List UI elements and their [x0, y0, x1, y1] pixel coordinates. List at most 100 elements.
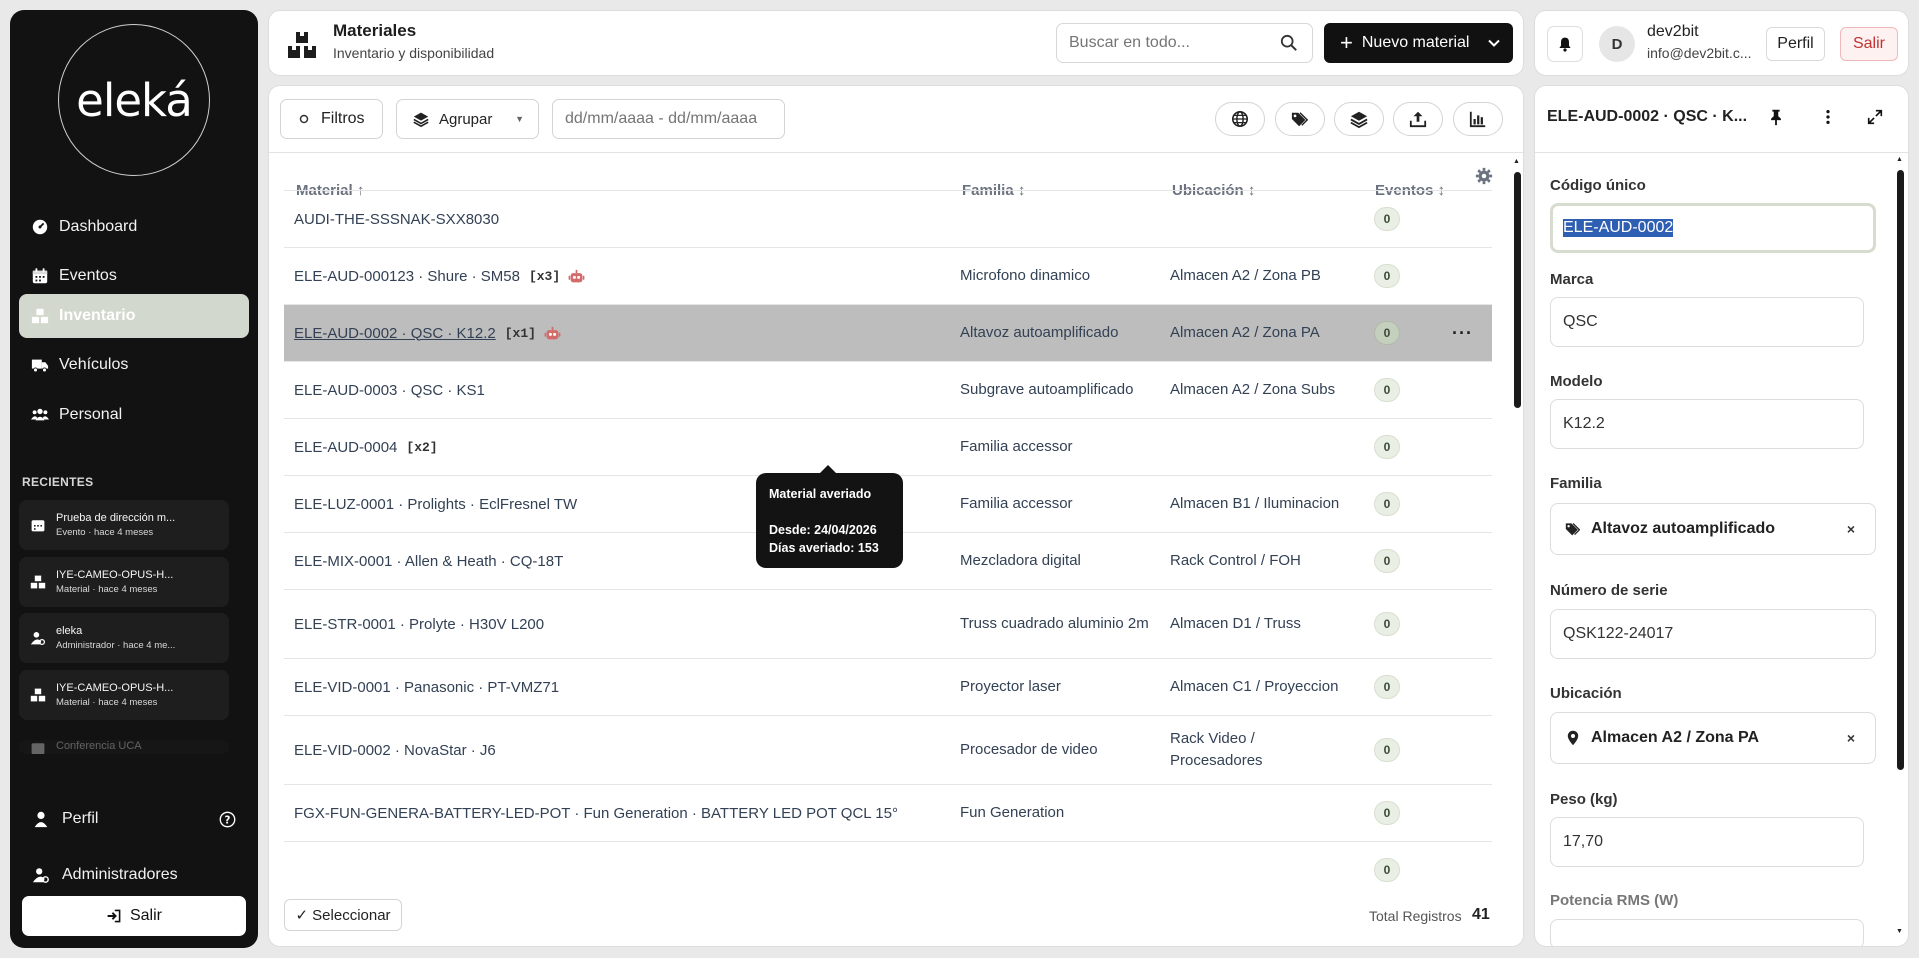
group-select[interactable]: Agrupar ▼ [396, 99, 539, 139]
expand-icon[interactable] [1866, 108, 1884, 126]
table-row[interactable]: ELE-AUD-0002 · QSC · K12.2 [x1] Altavoz au… [284, 304, 1492, 361]
material-cell[interactable]: ELE-AUD-0002 · QSC · K12.2 [x1] [294, 305, 561, 361]
logout-button[interactable]: Salir [1840, 27, 1898, 61]
new-material-button[interactable]: + Nuevo material [1324, 23, 1513, 63]
clear-location-icon[interactable]: × [1847, 730, 1855, 746]
profile-button[interactable]: Perfil [1766, 27, 1825, 61]
broken-robot-icon[interactable] [568, 269, 585, 284]
select-button[interactable]: ✓ Seleccionar [284, 899, 402, 931]
nav-item-eventos[interactable]: Eventos [19, 254, 249, 298]
scrollbar-thumb[interactable] [1897, 170, 1904, 770]
recent-item[interactable]: IYE-CAMEO-OPUS-H... Material · hace 4 mes… [19, 557, 229, 607]
search-icon[interactable] [1280, 34, 1298, 52]
material-name[interactable]: ELE-AUD-000123 · Shure · SM58 [294, 268, 520, 285]
material-name[interactable]: ELE-VID-0002 · NovaStar · J6 [294, 742, 496, 759]
brand-input[interactable]: QSC [1550, 297, 1864, 347]
recent-item[interactable]: IYE-CAMEO-OPUS-H... Material · hace 4 mes… [19, 670, 229, 720]
table-row[interactable]: ELE-AUD-0003 · QSC · KS1 Subgrave autoamp… [284, 361, 1492, 418]
scroll-up-arrow[interactable]: ▲ [1896, 156, 1903, 163]
total-label: Total Registros [1369, 908, 1462, 924]
help-icon[interactable]: ? [219, 811, 236, 828]
nav-item-inventario[interactable]: Inventario [19, 294, 249, 338]
material-name[interactable]: ELE-MIX-0001 · Allen & Heath · CQ-18T [294, 553, 563, 570]
material-cell[interactable]: ELE-AUD-0003 · QSC · KS1 [294, 362, 485, 418]
material-cell[interactable]: ELE-AUD-0004 [x2] [294, 419, 438, 475]
broken-robot-icon[interactable] [544, 326, 561, 341]
table-row[interactable]: ELE-VID-0001 · Panasonic · PT-VMZ71 Proye… [284, 658, 1492, 715]
material-name[interactable]: ELE-VID-0001 · Panasonic · PT-VMZ71 [294, 679, 559, 696]
material-name[interactable]: ELE-AUD-0003 · QSC · KS1 [294, 382, 485, 399]
nav-item-dashboard[interactable]: Dashboard [19, 205, 249, 249]
weight-input[interactable]: 17,70 [1550, 817, 1864, 867]
sidebar-logout-button[interactable]: Salir [22, 896, 246, 936]
material-name[interactable]: ELE-STR-0001 · Prolyte · H30V L200 [294, 616, 544, 633]
material-cell[interactable]: ELE-AUD-000123 · Shure · SM58 [x3] [294, 248, 585, 304]
avatar[interactable]: D [1599, 26, 1635, 62]
table-row[interactable]: ELE-STR-0001 · Prolyte · H30V L200 Truss … [284, 589, 1492, 658]
material-name[interactable]: ELE-AUD-0004 [294, 439, 397, 456]
layers-button[interactable] [1334, 102, 1384, 136]
nav-item-vehiculos[interactable]: Vehículos [19, 343, 249, 387]
family-select[interactable]: Altavoz autoamplificado × [1550, 503, 1876, 555]
chevron-down-icon[interactable] [1487, 36, 1501, 50]
material-name[interactable]: AUDI-THE-SSSNAK-SXX8030 [294, 211, 499, 228]
table-row[interactable]: ELE-VID-0002 · NovaStar · J6 Procesador d… [284, 715, 1492, 784]
recent-item[interactable]: Conferencia UCA [19, 740, 229, 754]
nav-item-personal[interactable]: Personal [19, 393, 249, 437]
material-detail-panel: ELE-AUD-0002 · QSC · K... Código único E… [1534, 85, 1909, 947]
table-footer: ✓ Seleccionar Total Registros 41 [269, 884, 1523, 946]
family-cell: Familia accessor [960, 495, 1073, 512]
recent-title-text: Conferencia UCA [56, 740, 142, 752]
material-cell[interactable]: ELE-STR-0001 · Prolyte · H30V L200 [294, 590, 544, 658]
detail-scrollbar[interactable]: ▲ ▼ [1896, 156, 1904, 936]
material-name[interactable]: ELE-LUZ-0001 · Prolights · EclFresnel TW [294, 496, 577, 513]
globe-button[interactable] [1215, 102, 1265, 136]
table-row[interactable]: FGX-FUN-GENERA-BATTERY-LED-POT · Fun Gen… [284, 784, 1492, 841]
material-cell[interactable]: FGX-FUN-GENERA-BATTERY-LED-POT · Fun Gen… [294, 785, 898, 841]
material-cell[interactable]: ELE-VID-0001 · Panasonic · PT-VMZ71 [294, 659, 559, 715]
quantity-badge: [x3] [528, 268, 561, 284]
stats-button[interactable] [1453, 102, 1503, 136]
table-row[interactable]: AUDI-THE-SSSNAK-SXX8030 0 [284, 190, 1492, 247]
detail-title: ELE-AUD-0002 · QSC · K... [1547, 108, 1748, 125]
power-input[interactable] [1550, 919, 1864, 946]
material-name[interactable]: FGX-FUN-GENERA-BATTERY-LED-POT · Fun Gen… [294, 805, 898, 822]
pin-icon[interactable] [1767, 108, 1785, 126]
material-cell[interactable]: ELE-VID-0002 · NovaStar · J6 [294, 716, 496, 784]
profile-label: Perfil [62, 810, 99, 827]
filters-button[interactable]: Filtros [280, 99, 383, 139]
brand-label: Marca [1550, 271, 1594, 288]
recent-item[interactable]: eleka Administrador · hace 4 me... [19, 613, 229, 663]
calendar-icon [31, 520, 45, 532]
scroll-down-arrow[interactable]: ▼ [1896, 928, 1903, 935]
tags-button[interactable] [1275, 102, 1325, 136]
scrollbar-thumb[interactable] [1514, 172, 1521, 408]
date-range-input[interactable] [552, 99, 785, 139]
brand-logo[interactable]: eleká [58, 24, 210, 176]
gear-icon[interactable] [1475, 167, 1493, 185]
location-select[interactable]: Almacen A2 / Zona PA × [1550, 712, 1876, 764]
row-menu-icon[interactable]: ··· [1452, 305, 1473, 361]
material-name[interactable]: ELE-AUD-0002 · QSC · K12.2 [294, 325, 496, 342]
recent-item[interactable]: Prueba de dirección m... Evento · hace 4 … [19, 500, 229, 550]
table-row[interactable]: ELE-AUD-000123 · Shure · SM58 [x3] Microfo… [284, 247, 1492, 304]
export-button[interactable] [1393, 102, 1443, 136]
material-cell[interactable]: AUDI-THE-SSSNAK-SXX8030 [294, 191, 499, 247]
clear-family-icon[interactable]: × [1847, 521, 1855, 537]
profile-link[interactable]: Perfil ? [22, 799, 236, 839]
serial-input[interactable]: QSK122-24017 [1550, 609, 1876, 659]
more-vertical-icon[interactable] [1819, 108, 1837, 126]
notifications-button[interactable] [1547, 26, 1583, 62]
material-cell[interactable]: ELE-LUZ-0001 · Prolights · EclFresnel TW [294, 476, 577, 532]
model-input[interactable]: K12.2 [1550, 399, 1864, 449]
user-name: dev2bit [1647, 23, 1699, 40]
code-input[interactable]: ELE-AUD-0002 [1550, 203, 1876, 253]
table-row[interactable]: ELE-AUD-0004 [x2] Familia accessor 0 [284, 418, 1492, 475]
table-scrollbar[interactable]: ▲ ▼ [1513, 158, 1521, 938]
user-gear-icon [32, 868, 49, 883]
global-search-input[interactable] [1056, 23, 1313, 63]
material-cell[interactable]: ELE-MIX-0001 · Allen & Heath · CQ-18T [294, 533, 563, 589]
scroll-up-arrow[interactable]: ▲ [1513, 158, 1520, 165]
family-cell: Familia accessor [960, 438, 1073, 455]
admins-link[interactable]: Administradores [22, 855, 246, 895]
